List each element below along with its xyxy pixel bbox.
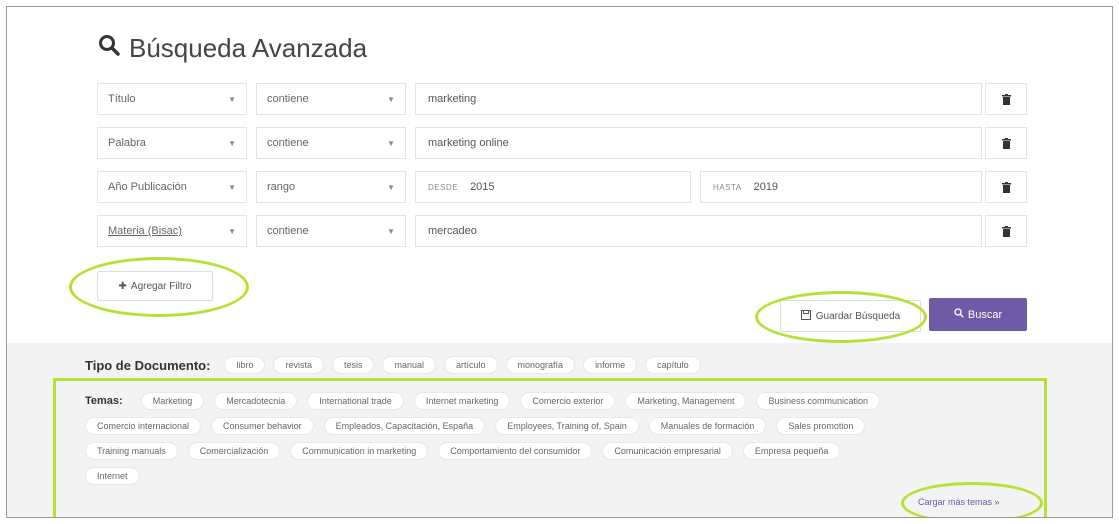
field-select[interactable]: Palabra ▼	[97, 127, 247, 159]
topic-chip[interactable]: Empleados, Capacitación, España	[323, 417, 486, 435]
doc-type-chip[interactable]: revista	[273, 356, 324, 374]
topic-chip[interactable]: Marketing	[140, 392, 205, 410]
delete-filter-button[interactable]	[985, 127, 1027, 159]
topic-chip[interactable]: Internet	[85, 467, 140, 485]
field-select[interactable]: Título ▼	[97, 83, 247, 115]
search-label: Buscar	[967, 308, 1003, 321]
operator-select[interactable]: contiene ▼	[256, 127, 406, 159]
doc-type-chip[interactable]: monografía	[505, 356, 576, 374]
add-filter-button[interactable]: ✚ Agregar Filtro	[97, 271, 213, 301]
topics-row: Internet	[85, 467, 1045, 485]
operator-select[interactable]: contiene ▼	[256, 83, 406, 115]
range-from-label: DESDE	[428, 182, 459, 192]
topic-chip[interactable]: Empresa pequeña	[742, 442, 841, 460]
delete-filter-button[interactable]	[985, 215, 1027, 247]
topics-row: Temas: Marketing Mercadotecnia Internati…	[85, 392, 1045, 410]
chevron-down-icon: ▼	[228, 94, 236, 104]
load-more-topics-link[interactable]: Cargar más temas »	[918, 497, 1000, 507]
save-search-button[interactable]: Guardar Búsqueda	[780, 300, 921, 332]
operator-select-value: contiene	[267, 225, 309, 237]
save-icon	[800, 309, 811, 323]
delete-filter-button[interactable]	[985, 171, 1027, 203]
field-select-value: Año Publicación	[108, 181, 187, 193]
operator-select-value: contiene	[267, 137, 309, 149]
operator-select[interactable]: rango ▼	[256, 171, 406, 203]
topic-chip[interactable]: Comunicación empresarial	[602, 442, 733, 460]
operator-select-value: rango	[267, 181, 296, 193]
field-select[interactable]: Año Publicación ▼	[97, 171, 247, 203]
topic-chip[interactable]: Comercio internacional	[85, 417, 202, 435]
topic-chip[interactable]: Comportamiento del consumidor	[438, 442, 593, 460]
range-to-input[interactable]: HASTA 2019	[700, 171, 982, 203]
delete-filter-button[interactable]	[985, 83, 1027, 115]
search-icon	[97, 33, 121, 64]
operator-select[interactable]: contiene ▼	[256, 215, 406, 247]
range-from-value: 2015	[470, 181, 495, 193]
topic-chip[interactable]: Comercialización	[187, 442, 281, 460]
trash-icon	[1001, 181, 1011, 193]
topic-chip[interactable]: Sales promotion	[776, 417, 866, 435]
topic-chip[interactable]: Manuales de formación	[648, 417, 767, 435]
range-from-input[interactable]: DESDE 2015	[415, 171, 691, 203]
filter-value-text: mercadeo	[428, 225, 477, 237]
filter-value-text: marketing	[428, 93, 477, 105]
topics-row: Comercio internacional Consumer behavior…	[85, 417, 1045, 435]
chevron-down-icon: ▼	[387, 226, 395, 236]
doc-type-chip[interactable]: manual	[382, 356, 437, 374]
filter-row: Título ▼ contiene ▼ marketing	[97, 83, 1027, 115]
advanced-search-page: Búsqueda Avanzada Título ▼ contiene ▼ ma…	[6, 6, 1113, 518]
topic-chip[interactable]: Business communication	[756, 392, 881, 410]
document-type-label: Tipo de Documento:	[85, 357, 211, 373]
document-type-facet: Tipo de Documento: libro revista tesis m…	[85, 356, 701, 374]
doc-type-chip[interactable]: artículo	[444, 356, 498, 374]
doc-type-chip[interactable]: capítulo	[645, 356, 701, 374]
range-to-value: 2019	[753, 181, 779, 193]
doc-type-chip[interactable]: informe	[583, 356, 638, 374]
topic-chip[interactable]: Internet marketing	[413, 392, 511, 410]
plus-icon: ✚	[118, 280, 127, 292]
operator-select-value: contiene	[267, 93, 309, 105]
range-to-label: HASTA	[713, 182, 742, 192]
filter-row: Palabra ▼ contiene ▼ marketing online	[97, 127, 1027, 159]
field-select-value: Palabra	[108, 137, 146, 149]
chevron-down-icon: ▼	[228, 226, 236, 236]
field-select-value: Título	[108, 93, 136, 105]
chevron-down-icon: ▼	[387, 138, 395, 148]
search-icon	[954, 308, 964, 321]
chevron-down-icon: ▼	[228, 138, 236, 148]
topic-chip[interactable]: Marketing, Management	[625, 392, 747, 410]
filter-value-text: marketing online	[428, 137, 509, 149]
trash-icon	[1001, 225, 1011, 237]
chevron-down-icon: ▼	[387, 182, 395, 192]
trash-icon	[1001, 137, 1011, 149]
filter-value-input[interactable]: marketing	[415, 83, 982, 115]
topics-facet: Temas: Marketing Mercadotecnia Internati…	[85, 392, 1045, 492]
filter-value-input[interactable]: mercadeo	[415, 215, 982, 247]
trash-icon	[1001, 93, 1011, 105]
topics-label: Temas:	[85, 395, 123, 407]
filter-value-input[interactable]: marketing online	[415, 127, 982, 159]
topic-chip[interactable]: Comercio exterior	[520, 392, 616, 410]
field-select-value: Materia (Bisac)	[108, 225, 182, 237]
chevron-down-icon: ▼	[228, 182, 236, 192]
topic-chip[interactable]: Communication in marketing	[290, 442, 429, 460]
chevron-down-icon: ▼	[387, 94, 395, 104]
topic-chip[interactable]: International trade	[307, 392, 404, 410]
topic-chip[interactable]: Mercadotecnia	[214, 392, 298, 410]
doc-type-chip[interactable]: libro	[224, 356, 266, 374]
field-select[interactable]: Materia (Bisac) ▼	[97, 215, 247, 247]
add-filter-label: Agregar Filtro	[130, 280, 192, 292]
topic-chip[interactable]: Consumer behavior	[211, 417, 314, 435]
page-title: Búsqueda Avanzada	[97, 33, 367, 64]
topic-chip[interactable]: Employees, Training of, Spain	[495, 417, 639, 435]
doc-type-chip[interactable]: tesis	[331, 356, 375, 374]
filter-row: Año Publicación ▼ rango ▼ DESDE 2015 HAS…	[97, 171, 1027, 203]
filter-row: Materia (Bisac) ▼ contiene ▼ mercadeo	[97, 215, 1027, 247]
page-title-text: Búsqueda Avanzada	[129, 33, 368, 63]
save-search-label: Guardar Búsqueda	[815, 310, 901, 322]
topics-row: Training manuals Comercialización Commun…	[85, 442, 1045, 460]
topic-chip[interactable]: Training manuals	[85, 442, 178, 460]
search-button[interactable]: Buscar	[929, 298, 1027, 331]
